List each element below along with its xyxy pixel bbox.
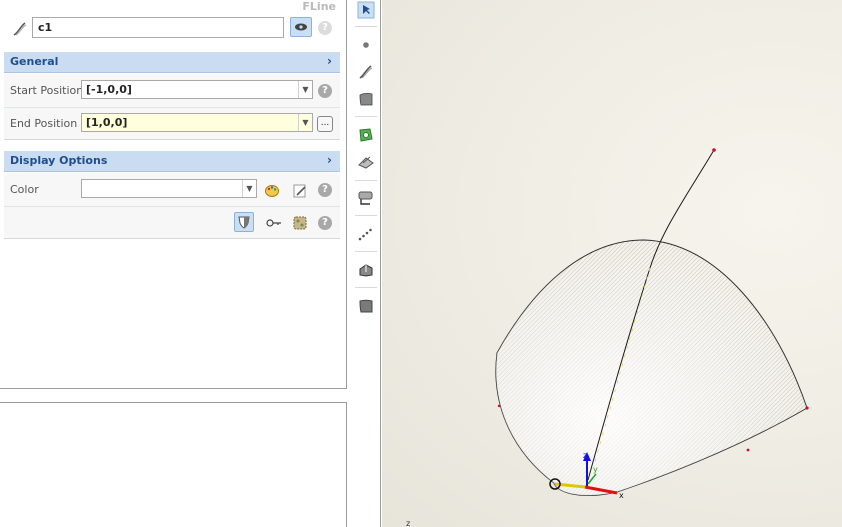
display-tools-row: ? (4, 208, 340, 238)
toolbar-divider (355, 26, 377, 27)
end-position-row: End Position [1,0,0] ▼ ... (4, 109, 340, 139)
scene-canvas[interactable]: z y x z (382, 0, 842, 527)
select-icon[interactable] (357, 1, 375, 19)
start-position-label: Start Position (10, 84, 84, 97)
object-toolbar (350, 0, 381, 527)
color-row: Color ▼ ? (4, 175, 340, 205)
start-position-row: Start Position [-1,0,0] ▼ ? (4, 76, 340, 106)
endpoint-marker[interactable] (746, 448, 750, 452)
end-position-label: End Position (10, 117, 78, 130)
object-type-label: FLine (302, 0, 336, 13)
divider (4, 206, 340, 207)
chevron-right-icon: › (327, 54, 332, 68)
color-label: Color (10, 183, 39, 196)
section-general-header[interactable]: General › (4, 52, 340, 73)
surface-icon[interactable] (357, 90, 375, 108)
eye-icon (295, 23, 307, 31)
edit-icon[interactable] (292, 183, 308, 199)
curve-icon[interactable] (357, 63, 375, 81)
z-axis-label: z (583, 451, 587, 460)
help-icon[interactable]: ? (318, 216, 332, 230)
label-icon[interactable] (357, 189, 375, 207)
shading-toggle-button[interactable] (234, 212, 254, 232)
secondary-panel (0, 402, 347, 527)
end-position-value: [1,0,0] (86, 116, 128, 129)
toolbar-divider (355, 215, 377, 216)
start-position-combo[interactable]: [-1,0,0] ▼ (81, 80, 313, 99)
endpoint-marker[interactable] (712, 148, 716, 152)
divider (4, 107, 340, 108)
visibility-toggle-button[interactable] (290, 17, 312, 37)
point-set-icon[interactable] (357, 225, 375, 243)
toolbar-divider (355, 180, 377, 181)
surface-patch[interactable] (495, 239, 808, 496)
name-row: ? (0, 17, 347, 41)
toolbar-divider (355, 287, 377, 288)
endpoint-marker[interactable] (497, 404, 501, 408)
plane-icon[interactable] (357, 153, 375, 171)
section-general-title: General (10, 55, 59, 68)
y-axis-label: y (593, 465, 598, 474)
section-general-body: Start Position [-1,0,0] ▼ ? End Position… (4, 74, 340, 140)
chevron-down-icon[interactable]: ▼ (298, 114, 312, 131)
curve-icon (13, 22, 27, 36)
section-display-header[interactable]: Display Options › (4, 151, 340, 172)
corner-axis-label: z (406, 519, 410, 527)
texture-icon[interactable] (292, 215, 308, 231)
toolbar-divider (355, 251, 377, 252)
endpoint-marker[interactable] (805, 406, 809, 410)
section-display-title: Display Options (10, 154, 108, 167)
start-position-value: [-1,0,0] (86, 83, 132, 96)
end-position-combo[interactable]: [1,0,0] ▼ (81, 113, 313, 132)
section-display-body: Color ▼ ? ? (4, 173, 340, 239)
palette-icon[interactable] (264, 183, 280, 199)
help-icon[interactable]: ? (318, 21, 332, 35)
x-axis-label: x (619, 491, 624, 500)
chevron-down-icon[interactable]: ▼ (242, 180, 256, 197)
3d-viewport[interactable]: z y x z (382, 0, 842, 527)
chevron-right-icon: › (327, 153, 332, 167)
tagged-point-icon[interactable] (357, 126, 375, 144)
help-icon[interactable]: ? (318, 183, 332, 197)
chevron-down-icon[interactable]: ▼ (298, 81, 312, 98)
name-input[interactable] (32, 17, 284, 38)
solid-icon[interactable] (357, 261, 375, 279)
help-icon[interactable]: ? (318, 84, 332, 98)
property-panel: FLine ? General › Start Position [-1,0,0… (0, 0, 347, 389)
ellipsis-button[interactable]: ... (317, 116, 333, 132)
patch-icon[interactable] (357, 297, 375, 315)
shield-icon (238, 216, 250, 229)
point-icon[interactable] (357, 36, 375, 54)
key-icon[interactable] (266, 215, 282, 231)
toolbar-divider (355, 116, 377, 117)
color-combo[interactable]: ▼ (81, 179, 257, 198)
